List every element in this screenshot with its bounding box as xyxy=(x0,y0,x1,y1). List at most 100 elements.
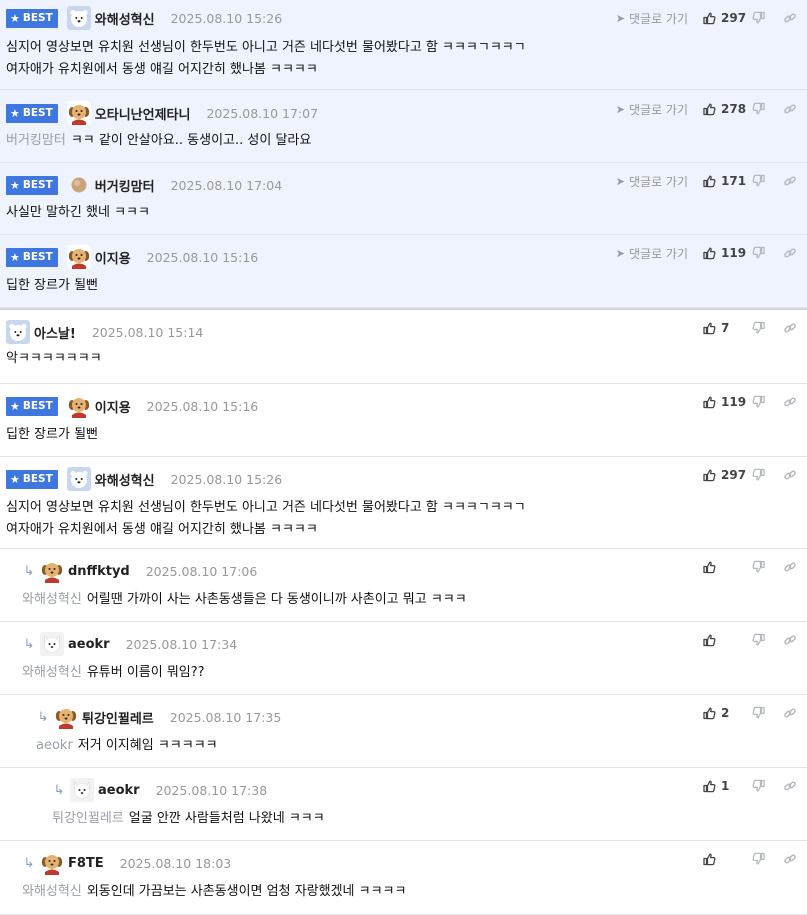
dislike-button[interactable] xyxy=(752,174,766,188)
reply-mention[interactable]: 튀강인뀔레르 xyxy=(52,811,124,826)
dislike-button[interactable] xyxy=(752,246,766,260)
avatar-ball[interactable] xyxy=(67,173,91,197)
comment-author[interactable]: 버거킹맘터 xyxy=(95,176,155,195)
copy-link-button[interactable] xyxy=(783,560,797,574)
like-button[interactable]: 297 xyxy=(702,468,746,482)
copy-link-button[interactable] xyxy=(783,852,797,866)
reply-mention[interactable]: 와해성혁신 xyxy=(22,884,82,899)
like-button[interactable] xyxy=(702,560,744,574)
dislike-button[interactable] xyxy=(752,852,766,866)
avatar-puppy[interactable] xyxy=(66,394,91,418)
dislike-button[interactable] xyxy=(752,633,766,647)
like-button[interactable]: 1 xyxy=(702,779,744,793)
comment-time: 2025.08.10 17:06 xyxy=(145,563,258,579)
goto-comment-link[interactable]: ➤ 댓글로 가기 xyxy=(616,10,688,27)
copy-link-button[interactable] xyxy=(783,246,797,260)
goto-comment-link[interactable]: ➤ 댓글로 가기 xyxy=(616,245,688,262)
comment-author[interactable]: 아스날! xyxy=(34,323,76,342)
reply-arrow-icon: ↳ xyxy=(53,782,65,798)
avatar-polar-bear[interactable] xyxy=(66,467,91,491)
like-button[interactable] xyxy=(702,852,744,866)
thumbs-up-icon xyxy=(702,706,716,720)
copy-link-button[interactable] xyxy=(783,102,797,116)
star-icon: ★ xyxy=(10,11,20,25)
comment-time: 2025.08.10 17:34 xyxy=(125,636,238,652)
best-badge: ★ BEST xyxy=(6,103,58,123)
comment-body: 버거킹맘터 ㅋㅋ 같이 안살아요.. 동생이고.. 성이 달라요 xyxy=(6,133,312,148)
reply-mention[interactable]: 버거킹맘터 xyxy=(6,133,66,148)
dislike-button[interactable] xyxy=(752,706,766,720)
comment-item: ★ BEST 오타니난언제타니 2025.08.10 17:07 ➤ 댓글로 가기 … xyxy=(0,90,807,163)
best-badge: ★ BEST xyxy=(6,469,58,489)
dislike-button[interactable] xyxy=(752,102,766,116)
reply-item: ↳ aeokr 2025.08.10 17:38 1 튀강인뀔레르 얼굴 안깐 사… xyxy=(0,768,807,841)
star-icon: ★ xyxy=(10,472,20,486)
comment-body: 악ㅋㅋㅋㅋㅋㅋㅋ xyxy=(6,351,102,366)
copy-link-button[interactable] xyxy=(783,468,797,482)
copy-link-button[interactable] xyxy=(783,321,797,335)
dislike-button[interactable] xyxy=(752,395,766,409)
copy-link-button[interactable] xyxy=(783,779,797,793)
avatar-puppy[interactable] xyxy=(66,245,91,269)
like-button[interactable]: 7 xyxy=(702,321,744,335)
like-button[interactable]: 119 xyxy=(702,395,746,409)
avatar-white-dog[interactable] xyxy=(40,632,64,656)
avatar-puppy[interactable] xyxy=(40,559,64,583)
dislike-button[interactable] xyxy=(752,560,766,574)
avatar-puppy[interactable] xyxy=(54,705,78,729)
comment-author[interactable]: F8TE xyxy=(68,856,104,871)
thumbs-up-icon xyxy=(702,633,716,647)
comment-author[interactable]: aeokr xyxy=(98,783,140,798)
goto-comment-link[interactable]: ➤ 댓글로 가기 xyxy=(616,101,688,118)
comment-author[interactable]: 튀강인뀔레르 xyxy=(82,708,154,727)
avatar-polar-bear[interactable] xyxy=(6,320,30,344)
comment-body: 딥한 장르가 될뻔 xyxy=(6,278,98,293)
avatar-puppy[interactable] xyxy=(40,851,64,875)
reply-mention[interactable]: 와해성혁신 xyxy=(22,665,82,680)
comment-body: 와해성혁신 어릴땐 가까이 사는 사촌동생들은 다 동생이니까 사촌이고 뭐고 ㅋ… xyxy=(22,592,467,607)
copy-link-button[interactable] xyxy=(783,11,797,25)
comment-time: 2025.08.10 17:07 xyxy=(206,105,319,121)
avatar-puppy[interactable] xyxy=(66,101,91,125)
star-icon: ★ xyxy=(10,178,20,192)
thumbs-up-icon xyxy=(702,779,716,793)
avatar-polar-bear[interactable] xyxy=(66,6,91,30)
comment-author[interactable]: 이지용 xyxy=(95,248,131,267)
reply-mention[interactable]: aeokr xyxy=(36,738,73,753)
copy-link-button[interactable] xyxy=(783,395,797,409)
comment-time: 2025.08.10 15:26 xyxy=(170,10,283,26)
comment-author[interactable]: 오타니난언제타니 xyxy=(95,104,191,123)
thumbs-up-icon xyxy=(702,395,716,409)
goto-comment-link[interactable]: ➤ 댓글로 가기 xyxy=(616,173,688,190)
copy-link-button[interactable] xyxy=(783,633,797,647)
like-button[interactable]: 297 xyxy=(702,11,746,25)
like-button[interactable]: 278 xyxy=(702,102,746,116)
star-icon: ★ xyxy=(10,106,20,120)
comment-body: 와해성혁신 외동인데 가끔보는 사촌동생이면 엄청 자랑했겠네 ㅋㅋㅋㅋ xyxy=(22,884,407,899)
like-button[interactable] xyxy=(702,633,744,647)
best-badge: ★ BEST xyxy=(6,247,58,267)
star-icon: ★ xyxy=(10,399,20,413)
dislike-button[interactable] xyxy=(752,779,766,793)
like-button[interactable]: 119 xyxy=(702,246,746,260)
comment-time: 2025.08.10 17:38 xyxy=(155,782,268,798)
dislike-button[interactable] xyxy=(752,321,766,335)
comment-item: ★ BEST 이지용 2025.08.10 15:16 ➤ 댓글로 가기 119 딥… xyxy=(0,235,807,308)
like-button[interactable]: 2 xyxy=(702,706,744,720)
comment-author[interactable]: 와해성혁신 xyxy=(95,9,155,28)
comment-author[interactable]: dnffktyd xyxy=(68,564,130,579)
copy-link-button[interactable] xyxy=(783,174,797,188)
comment-author[interactable]: 이지용 xyxy=(95,397,131,416)
avatar-white-dog[interactable] xyxy=(70,778,94,802)
reply-item: ↳ aeokr 2025.08.10 17:34 와해성혁신 유튜버 이름이 뭐임… xyxy=(0,622,807,695)
dislike-button[interactable] xyxy=(752,11,766,25)
comment-time: 2025.08.10 17:35 xyxy=(169,709,282,725)
comment-author[interactable]: aeokr xyxy=(68,637,110,652)
comment-author[interactable]: 와해성혁신 xyxy=(95,470,155,489)
copy-link-button[interactable] xyxy=(783,706,797,720)
comment-list: ★ BEST 와해성혁신 2025.08.10 15:26 ➤ 댓글로 가기 297… xyxy=(0,0,807,915)
comment-time: 2025.08.10 15:26 xyxy=(170,471,283,487)
dislike-button[interactable] xyxy=(752,468,766,482)
reply-mention[interactable]: 와해성혁신 xyxy=(22,592,82,607)
like-button[interactable]: 171 xyxy=(702,174,746,188)
